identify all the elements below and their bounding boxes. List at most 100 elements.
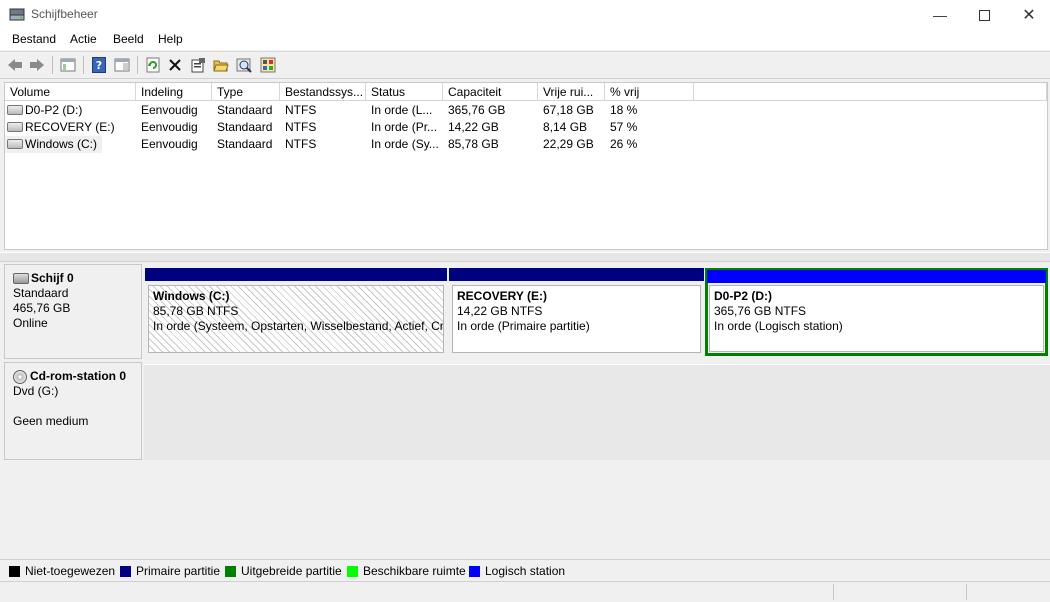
status-cell: In orde (L... bbox=[371, 103, 433, 117]
legend-swatch bbox=[347, 565, 358, 577]
column-header-bestandssysteem[interactable]: Bestandssys... bbox=[280, 83, 366, 101]
capacity-cell: 365,76 GB bbox=[448, 103, 506, 117]
column-header-vrije-ruimte[interactable]: Vrije rui... bbox=[538, 83, 605, 101]
partition-windows-c[interactable]: Windows (C:) 85,78 GB NTFS In orde (Syst… bbox=[145, 268, 447, 356]
cdrom-0-area bbox=[144, 364, 1050, 460]
column-header-status[interactable]: Status bbox=[366, 83, 443, 101]
free-space-cell: 67,18 GB bbox=[543, 103, 594, 117]
status-bar bbox=[0, 581, 1050, 602]
minimize-icon: — bbox=[933, 7, 947, 23]
column-header-procent-vrij[interactable]: % vrij bbox=[605, 83, 694, 101]
column-header-type[interactable]: Type bbox=[212, 83, 280, 101]
open-icon[interactable] bbox=[212, 56, 230, 74]
properties-icon[interactable] bbox=[189, 56, 207, 74]
partition-type-bar bbox=[707, 270, 1046, 283]
cd-rom-icon bbox=[13, 369, 27, 384]
column-header-indeling[interactable]: Indeling bbox=[136, 83, 212, 101]
percent-free-cell: 18 % bbox=[610, 103, 638, 117]
column-header-volume[interactable]: Volume bbox=[5, 83, 136, 101]
legend-item: Logisch station bbox=[469, 564, 565, 578]
column-header-capaciteit[interactable]: Capaciteit bbox=[443, 83, 538, 101]
status-divider bbox=[833, 584, 834, 600]
legend-swatch bbox=[120, 565, 131, 577]
legend: Niet-toegewezen Primaire partitie Uitgeb… bbox=[0, 559, 1050, 580]
filesystem-cell: NTFS bbox=[285, 137, 317, 151]
filesystem-cell: NTFS bbox=[285, 120, 317, 134]
menu-actie[interactable]: Actie bbox=[70, 32, 97, 46]
cdrom-0-label[interactable]: Cd-rom-station 0 Dvd (G:) Geen medium bbox=[4, 362, 142, 460]
type-cell: Standaard bbox=[217, 103, 273, 117]
back-arrow-icon[interactable] bbox=[6, 56, 24, 74]
drive-icon bbox=[7, 104, 23, 115]
partition-status: In orde (Primaire partitie) bbox=[457, 319, 590, 333]
disk-icon bbox=[13, 273, 29, 285]
legend-item: Primaire partitie bbox=[120, 564, 220, 578]
filesystem-cell: NTFS bbox=[285, 103, 317, 117]
status-divider bbox=[966, 584, 967, 600]
type-cell: Standaard bbox=[217, 120, 273, 134]
type-cell: Standaard bbox=[217, 137, 273, 151]
settings-icon[interactable] bbox=[259, 56, 277, 74]
title-bar: Schijfbeheer — ✕ bbox=[0, 0, 1050, 30]
layout-cell: Eenvoudig bbox=[141, 120, 198, 134]
percent-free-cell: 57 % bbox=[610, 120, 638, 134]
partition-recovery-e[interactable]: RECOVERY (E:) 14,22 GB NTFS In orde (Pri… bbox=[449, 268, 704, 356]
drive-icon bbox=[7, 121, 23, 132]
layout-cell: Eenvoudig bbox=[141, 103, 198, 117]
help-icon[interactable]: ? bbox=[90, 56, 108, 74]
menu-beeld[interactable]: Beeld bbox=[113, 32, 144, 46]
toolbar-separator bbox=[52, 56, 53, 74]
forward-arrow-icon[interactable] bbox=[28, 56, 46, 74]
disk-0-label[interactable]: Schijf 0 Standaard 465,76 GB Online bbox=[4, 264, 142, 359]
disk-size: 465,76 GB bbox=[13, 301, 71, 315]
volume-cell: D0-P2 (D:) bbox=[5, 102, 136, 119]
disk-name: Schijf 0 bbox=[31, 271, 74, 285]
menu-bar: Bestand Actie Beeld Help bbox=[0, 30, 1050, 50]
refresh-icon[interactable] bbox=[144, 56, 162, 74]
maximize-button[interactable] bbox=[961, 0, 1007, 30]
maximize-icon bbox=[978, 9, 990, 21]
partition-size: 14,22 GB NTFS bbox=[457, 304, 543, 318]
partition-name: RECOVERY (E:) bbox=[457, 289, 548, 303]
partition-details: D0-P2 (D:) 365,76 GB NTFS In orde (Logis… bbox=[709, 285, 1044, 352]
capacity-cell: 14,22 GB bbox=[448, 120, 499, 134]
partition-name: D0-P2 (D:) bbox=[714, 289, 773, 303]
menu-help[interactable]: Help bbox=[158, 32, 183, 46]
percent-free-cell: 26 % bbox=[610, 137, 638, 151]
svg-text:?: ? bbox=[96, 59, 102, 72]
column-header-empty bbox=[694, 83, 1047, 101]
disk-management-icon bbox=[9, 6, 25, 22]
close-icon: ✕ bbox=[1022, 7, 1036, 24]
disk-type: Standaard bbox=[13, 286, 69, 300]
partition-name: Windows (C:) bbox=[153, 289, 230, 303]
partition-size: 85,78 GB NTFS bbox=[153, 304, 239, 318]
minimize-button[interactable]: — bbox=[917, 0, 963, 30]
partition-status: In orde (Logisch station) bbox=[714, 319, 843, 333]
capacity-cell: 85,78 GB bbox=[448, 137, 499, 151]
partition-status: In orde (Systeem, Opstarten, Wisselbesta… bbox=[153, 319, 444, 333]
close-button[interactable]: ✕ bbox=[1006, 0, 1050, 30]
menu-bestand[interactable]: Bestand bbox=[12, 32, 56, 46]
toolbar-separator bbox=[83, 56, 84, 74]
window-title: Schijfbeheer bbox=[31, 7, 98, 21]
toolbar: ? bbox=[0, 52, 1050, 79]
legend-swatch bbox=[469, 565, 480, 577]
partition-size: 365,76 GB NTFS bbox=[714, 304, 807, 318]
partition-d0-p2-d[interactable]: D0-P2 (D:) 365,76 GB NTFS In orde (Logis… bbox=[705, 268, 1048, 356]
console-tree-icon[interactable] bbox=[59, 56, 77, 74]
legend-item: Niet-toegewezen bbox=[9, 564, 115, 578]
status-cell: In orde (Pr... bbox=[371, 120, 438, 134]
explore-icon[interactable] bbox=[235, 56, 253, 74]
layout-cell: Eenvoudig bbox=[141, 137, 198, 151]
delete-icon[interactable] bbox=[166, 56, 184, 74]
pane-splitter[interactable] bbox=[0, 252, 1050, 262]
legend-item: Uitgebreide partitie bbox=[225, 564, 342, 578]
properties-pane-icon[interactable] bbox=[113, 56, 131, 74]
volume-cell: RECOVERY (E:) bbox=[5, 119, 136, 136]
partition-details: Windows (C:) 85,78 GB NTFS In orde (Syst… bbox=[148, 285, 444, 353]
cdrom-status: Geen medium bbox=[13, 414, 89, 428]
partition-type-bar bbox=[449, 268, 704, 281]
partition-details: RECOVERY (E:) 14,22 GB NTFS In orde (Pri… bbox=[452, 285, 701, 353]
legend-swatch bbox=[225, 565, 236, 577]
disk-status: Online bbox=[13, 316, 48, 330]
